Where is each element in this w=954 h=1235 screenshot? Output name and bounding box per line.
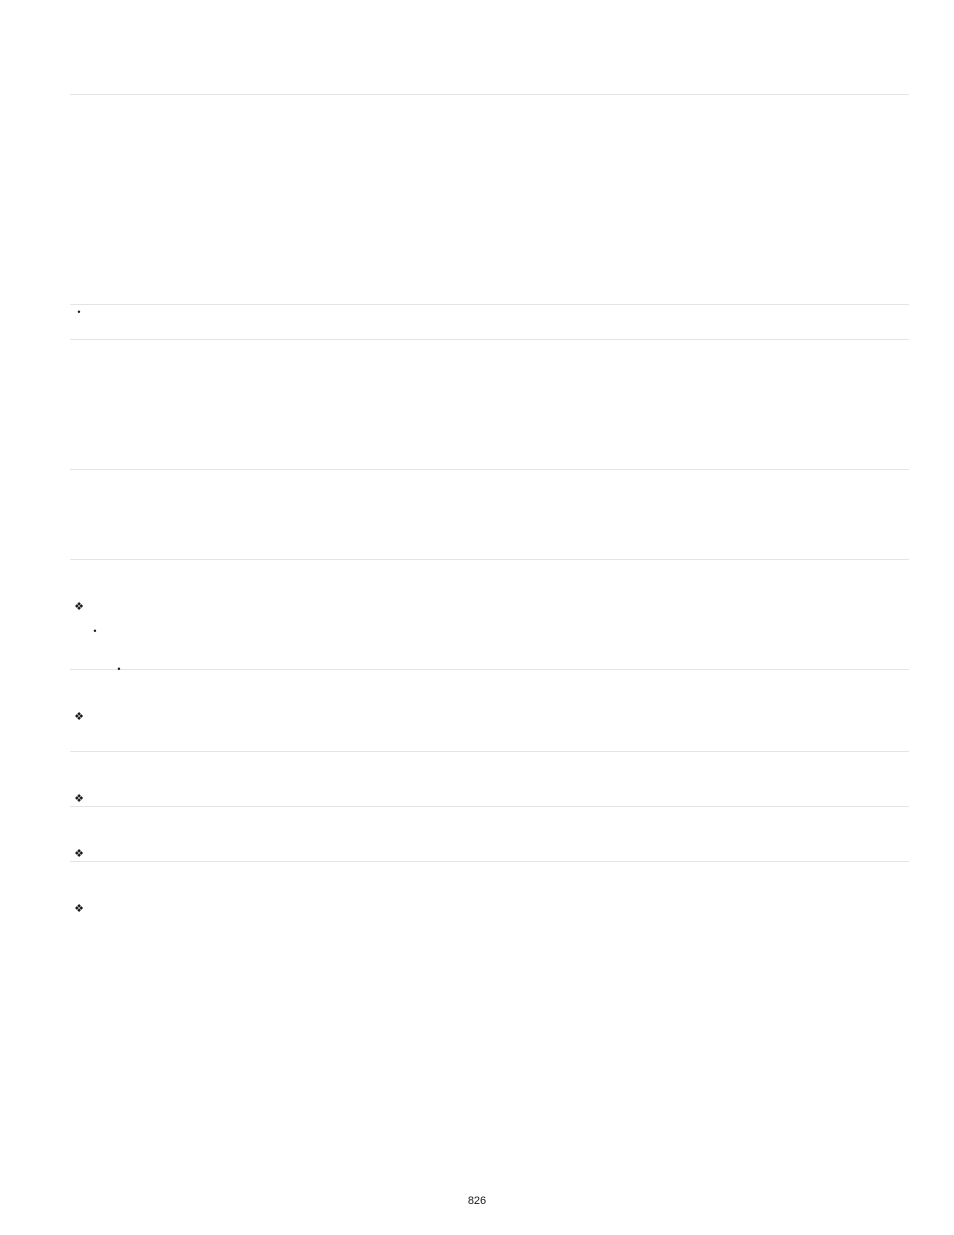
section [70,94,909,304]
page-number: 826 [0,1195,954,1207]
section: ❖ [70,861,909,930]
bullet-item: ❖ [70,710,909,724]
section [70,70,909,94]
section: • [70,304,909,339]
section [70,469,909,559]
bullet-dot-icon: • [88,626,102,636]
bullet-item: ❖ [70,847,909,861]
section: ❖ [70,806,909,861]
sub-bullet-item: • [88,626,909,636]
section: ❖ [70,669,909,751]
diamond-bullet-icon: ❖ [70,600,88,614]
bullet-item: ❖ [70,792,909,806]
bullet-dot-icon: • [70,305,88,319]
diamond-bullet-icon: ❖ [70,710,88,724]
bullet-item: • [70,305,909,319]
section: ❖ [70,751,909,806]
document-page: • ❖ • • ❖ ❖ ❖ ❖ [0,0,954,930]
bullet-dot-icon: • [112,664,126,674]
diamond-bullet-icon: ❖ [70,847,88,861]
diamond-bullet-icon: ❖ [70,902,88,916]
section [70,339,909,469]
bullet-item: ❖ [70,600,909,614]
bullet-item: ❖ [70,902,909,916]
diamond-bullet-icon: ❖ [70,792,88,806]
section: ❖ • • [70,559,909,669]
